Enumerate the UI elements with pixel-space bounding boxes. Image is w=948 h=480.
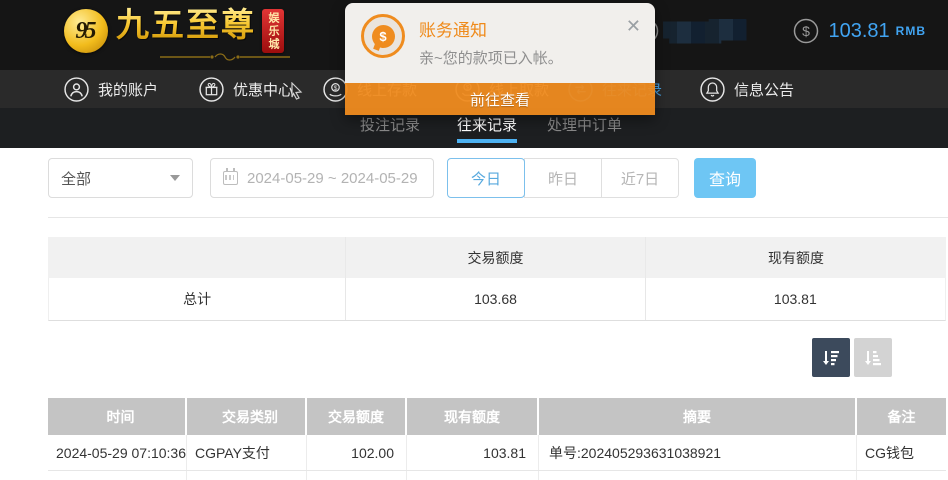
col-header-amount: 交易额度 (307, 398, 407, 435)
dollar-circle-icon: $ (793, 18, 819, 44)
calendar-icon (223, 171, 238, 185)
sort-descending-button[interactable] (812, 338, 850, 377)
notification-popup: $ 账务通知 亲~您的款项已入帐。 ✕ 前往查看 (345, 3, 655, 115)
cell-summary (539, 471, 857, 480)
search-button[interactable]: 查询 (694, 158, 756, 198)
sort-ascending-icon (863, 348, 883, 368)
category-select-value: 全部 (61, 168, 170, 189)
svg-text:$: $ (334, 85, 338, 92)
category-select[interactable]: 全部 (48, 158, 193, 198)
summary-table: 交易额度 现有额度 总计 103.68 103.81 (48, 237, 946, 321)
summary-header-balance: 现有额度 (645, 237, 946, 278)
yesterday-button[interactable]: 昨日 (524, 158, 602, 198)
logo-monogram-text: 95 (76, 18, 97, 45)
summary-header-amount: 交易额度 (345, 237, 645, 278)
cell-amount: 102.00 (307, 435, 407, 470)
account-area: $ 103.81 RMB (633, 16, 927, 46)
quick-date-group: 今日 昨日 近7日 (447, 158, 679, 198)
table-row[interactable]: 线上存款优惠派发 (48, 471, 946, 480)
logo-badge: 娱乐城 (262, 9, 284, 53)
summary-total-balance: 103.81 (645, 278, 945, 320)
mouse-cursor (290, 82, 304, 100)
summary-total-row: 总计 103.68 103.81 (48, 278, 946, 321)
balance-currency: RMB (896, 24, 926, 38)
logo-brand-text: 九五至尊 (116, 6, 256, 43)
bell-icon (700, 77, 725, 102)
summary-header-row: 交易额度 现有额度 (48, 237, 946, 278)
col-header-category: 交易类别 (187, 398, 307, 435)
date-range-input[interactable]: 2024-05-29 ~ 2024-05-29 (210, 158, 434, 198)
chevron-down-icon (170, 175, 180, 181)
cell-amount (307, 471, 407, 480)
notification-title: 账务通知 (419, 16, 487, 41)
page: 95 九五至尊 娱乐城 (0, 0, 948, 480)
cell-balance (407, 471, 539, 480)
records-header-row: 时间 交易类别 交易额度 现有额度 摘要 备注 (48, 398, 946, 435)
content-area: 全部 2024-05-29 ~ 2024-05-29 今日 昨日 近7日 查询 … (0, 148, 948, 480)
nav-item-announcements[interactable]: 信息公告 (700, 70, 794, 108)
summary-total-amount: 103.68 (345, 278, 644, 320)
user-icon (64, 77, 89, 102)
wallet-balance[interactable]: $ 103.81 RMB (793, 18, 927, 44)
section-divider (48, 217, 948, 218)
last7days-button[interactable]: 近7日 (601, 158, 679, 198)
table-row[interactable]: 2024-05-29 07:10:36 CGPAY支付 102.00 103.8… (48, 435, 946, 471)
active-tab-underline (457, 139, 517, 143)
col-header-balance: 现有额度 (407, 398, 539, 435)
masked-username (663, 19, 747, 44)
cell-summary: 单号:202405293631038921 (539, 435, 857, 470)
sort-descending-icon (821, 348, 841, 368)
nav-item-my-account[interactable]: 我的账户 (64, 70, 158, 108)
cell-remark: CG钱包 (857, 435, 946, 470)
logo-monogram-icon: 95 (64, 9, 108, 53)
cell-time: 2024-05-29 07:10:36 (48, 435, 187, 470)
cell-balance: 103.81 (407, 435, 539, 470)
gift-icon (199, 77, 224, 102)
col-header-time: 时间 (48, 398, 187, 435)
go-check-button[interactable]: 前往查看 (345, 83, 655, 115)
cell-category: CGPAY支付 (187, 435, 307, 470)
col-header-summary: 摘要 (539, 398, 857, 435)
sort-ascending-button[interactable] (854, 338, 892, 377)
cell-time (48, 471, 187, 480)
balance-amount: 103.81 (829, 20, 890, 43)
summary-header-empty (48, 237, 345, 278)
date-range-value: 2024-05-29 ~ 2024-05-29 (247, 170, 418, 187)
svg-text:$: $ (802, 23, 810, 39)
summary-total-label: 总计 (49, 278, 345, 320)
nav-item-promotions[interactable]: 优惠中心 (199, 70, 293, 108)
notification-body: $ 账务通知 亲~您的款项已入帐。 ✕ (345, 3, 655, 83)
money-bubble-icon: $ (361, 14, 405, 58)
col-header-remark: 备注 (857, 398, 946, 435)
cell-category: 线上存款优惠派发 (187, 471, 307, 480)
notification-message: 亲~您的款项已入帐。 (419, 47, 563, 68)
logo-flourish-icon (160, 52, 290, 62)
close-icon[interactable]: ✕ (626, 17, 641, 35)
cell-remark (857, 471, 946, 480)
records-table: 时间 交易类别 交易额度 现有额度 摘要 备注 2024-05-29 07:10… (48, 398, 946, 480)
site-logo[interactable]: 95 九五至尊 娱乐城 (64, 5, 284, 65)
today-button[interactable]: 今日 (447, 158, 525, 198)
